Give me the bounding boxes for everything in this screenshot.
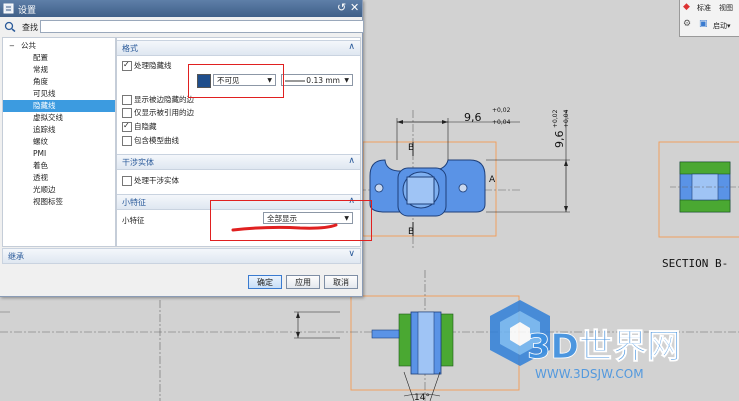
group-inherit-header[interactable]: 继承 ∨: [2, 248, 361, 264]
group-format-title: 格式: [122, 44, 138, 53]
ribbon-toolbar: ◆ 标准 视图 ⚙ ▣ 启动▾: [679, 0, 739, 37]
tree-item-hidden-lines[interactable]: 隐藏线: [3, 100, 115, 112]
self-hiding-checkbox[interactable]: [122, 121, 132, 132]
tree-item-common[interactable]: − 公共: [3, 40, 115, 52]
annotation-box-small-feature: [210, 200, 372, 241]
category-tree: − 公共 配置 常规 角度 可见线 隐藏线 虚拟交线 追踪线 螺纹 PMI 着色…: [2, 37, 116, 247]
process-interference-checkbox[interactable]: [122, 176, 132, 186]
tree-item-thread[interactable]: 螺纹: [3, 136, 115, 148]
dialog-titlebar[interactable]: 设置 ↺ ✕: [0, 0, 362, 17]
dialog-title: 设置: [18, 6, 37, 16]
section-label-side: A: [489, 175, 496, 185]
line-weight-icon: [285, 80, 305, 82]
tree-item-trace-lines[interactable]: 追踪线: [3, 124, 115, 136]
annotation-underline: [231, 223, 338, 232]
ok-button[interactable]: 确定: [248, 275, 282, 289]
group-interference-header[interactable]: 干涉实体 ∧: [117, 154, 360, 170]
tree-item-smooth-edges[interactable]: 光顺边: [3, 184, 115, 196]
start-icon: ▣: [699, 19, 708, 29]
tree-item-angle[interactable]: 角度: [3, 76, 115, 88]
collapse-icon[interactable]: −: [9, 40, 15, 52]
apply-button[interactable]: 应用: [286, 275, 320, 289]
section-title: SECTION B-: [662, 257, 728, 270]
lineweight-select[interactable]: 0.13 mm ▼: [281, 74, 353, 86]
search-label: 查找: [22, 23, 38, 32]
tree-item-config[interactable]: 配置: [3, 52, 115, 64]
dim-vertical: 9,6: [553, 131, 566, 149]
include-model-curves-checkbox[interactable]: [122, 136, 132, 146]
part-section-view[interactable]: [670, 161, 739, 213]
search-icon: [4, 21, 16, 32]
settings-icon: [3, 3, 14, 14]
dim-horizontal: 9,6: [464, 111, 482, 124]
section-label-top: B: [408, 143, 414, 153]
group-interference-title: 干涉实体: [122, 158, 154, 167]
include-model-curves-label: 包含模型曲线: [134, 136, 179, 145]
tree-item-visible-lines[interactable]: 可见线: [3, 88, 115, 100]
show-hidden-by-edge-checkbox[interactable]: [122, 95, 132, 105]
process-interference-label: 处理干涉实体: [134, 176, 179, 185]
annotation-box-format: [188, 64, 284, 98]
close-icon[interactable]: ✕: [350, 1, 359, 14]
group-small-feature-title: 小特征: [122, 198, 146, 207]
process-hidden-label: 处理隐藏线: [134, 61, 172, 70]
referenced-edges-only-label: 仅显示被引用的边: [134, 108, 194, 117]
tree-item-perspective[interactable]: 透视: [3, 172, 115, 184]
referenced-edges-only-checkbox[interactable]: [122, 108, 132, 118]
group-format-header[interactable]: 格式 ∧: [117, 40, 360, 56]
tree-item-pmi[interactable]: PMI: [3, 148, 115, 160]
tree-item-shading[interactable]: 着色: [3, 160, 115, 172]
self-hiding-label: 自隐藏: [134, 122, 157, 131]
group-inherit-title: 继承: [8, 252, 24, 261]
dim-vertical-tol-upper: +0,02: [552, 109, 559, 128]
dim-horizontal-tol-upper: +0,02: [492, 107, 511, 114]
part-top-view[interactable]: [369, 159, 486, 217]
settings-dialog: 设置 ↺ ✕ 查找 − 公共 配置 常规 角度 可见线 隐藏线 虚拟交线 追踪线…: [0, 0, 364, 297]
search-row: 查找: [2, 19, 364, 35]
tree-item-general[interactable]: 常规: [3, 64, 115, 76]
chevron-up-icon[interactable]: ∧: [348, 156, 355, 166]
search-input[interactable]: [40, 20, 364, 33]
process-hidden-checkbox[interactable]: [122, 60, 132, 71]
app-logo-icon: ◆: [683, 2, 690, 12]
dim-vertical-tol-lower: +0,04: [563, 109, 570, 128]
reset-icon[interactable]: ↺: [337, 1, 346, 14]
angle-label: 14°: [414, 393, 430, 401]
show-hidden-by-edge-label: 显示被边隐藏的边: [134, 95, 194, 104]
chevron-down-icon: ▼: [344, 77, 349, 84]
tree-item-view-label[interactable]: 视图标签: [3, 196, 115, 208]
watermark-url: WWW.3DSJW.COM: [535, 367, 644, 381]
dim-horizontal-tol-lower: +0,04: [492, 119, 511, 126]
tab-standard[interactable]: 标准: [697, 3, 711, 13]
start-menu-button[interactable]: 启动▾: [713, 21, 731, 31]
tree-item-virtual-intersection[interactable]: 虚拟交线: [3, 112, 115, 124]
gear-icon[interactable]: ⚙: [683, 19, 691, 29]
chevron-up-icon[interactable]: ∧: [348, 42, 355, 52]
small-feature-label: 小特征: [122, 216, 145, 225]
cancel-button[interactable]: 取消: [324, 275, 358, 289]
chevron-down-icon[interactable]: ∨: [348, 249, 355, 259]
watermark-brand: 3D世界网: [527, 327, 681, 367]
tab-view[interactable]: 视图: [719, 3, 733, 13]
section-label-bottom: B: [408, 227, 414, 237]
